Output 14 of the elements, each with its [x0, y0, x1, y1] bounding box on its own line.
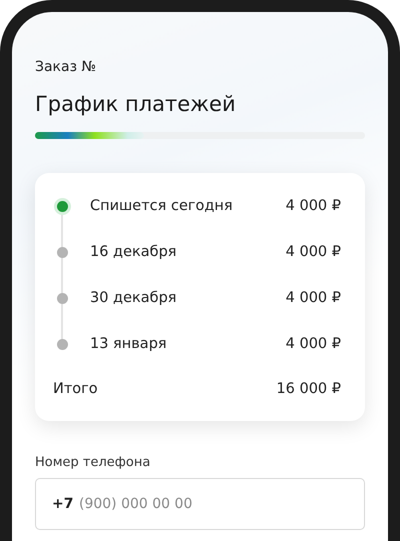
total-amount: 16 000 ₽ — [276, 381, 341, 397]
payment-date: 13 января — [90, 336, 168, 352]
payment-amount: 4 000 ₽ — [286, 290, 341, 306]
payment-date: 16 декабря — [90, 244, 178, 260]
payment-date: 30 декабря — [90, 290, 178, 306]
payment-amount: 4 000 ₽ — [286, 198, 341, 214]
payment-amount: 4 000 ₽ — [286, 244, 341, 260]
payment-amount: 4 000 ₽ — [286, 336, 341, 352]
country-code-prefix: +7 — [52, 495, 74, 513]
order-label: Заказ № — [35, 59, 98, 77]
total-label: Итого — [53, 381, 99, 397]
field-label: Номер телефона — [35, 455, 152, 470]
payment-date: Спишется сегодня — [90, 198, 234, 214]
page-title: График платежей — [35, 91, 237, 118]
